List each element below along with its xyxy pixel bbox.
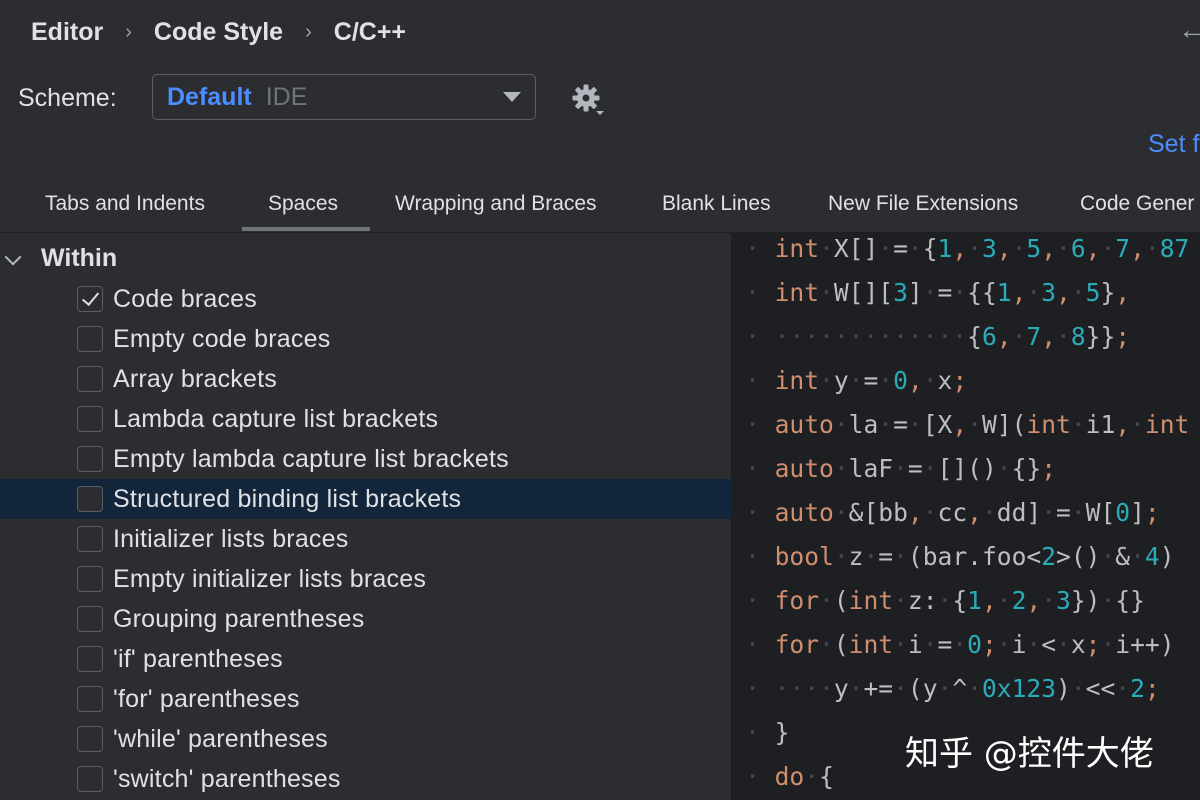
set-from-link[interactable]: Set f [1148,130,1199,159]
option-checkbox[interactable] [77,766,103,792]
tab-spaces[interactable]: Spaces [268,192,338,216]
option-checkbox[interactable] [77,726,103,752]
option-row[interactable]: Initializer lists braces [0,519,731,559]
option-row[interactable]: Empty lambda capture list brackets [0,439,731,479]
option-row[interactable]: Code braces [0,279,731,319]
breadcrumb-editor[interactable]: Editor [31,18,103,47]
scheme-label: Scheme: [18,84,117,112]
option-label: Grouping parentheses [113,605,365,633]
code-line: · int·X[]·=·{1,·3,·5,·6,·7,·87 [745,234,1190,263]
code-line: · auto·laF·=·[]()·{}; [745,454,1057,483]
tab-bar: Tabs and Indents Spaces Wrapping and Bra… [0,186,1200,233]
option-checkbox[interactable] [77,326,103,352]
code-line: · auto·&[bb,·cc,·dd]·=·W[0]; [745,498,1160,527]
option-row[interactable]: Grouping parentheses [0,599,731,639]
option-checkbox[interactable] [77,686,103,712]
code-preview: · int·X[]·=·{1,·3,·5,·6,·7,·87 · int·W[][… [731,232,1200,800]
option-row[interactable]: Array brackets [0,359,731,399]
option-label: 'while' parentheses [113,725,328,753]
scheme-name: Default [167,82,252,111]
option-checkbox[interactable] [77,566,103,592]
tab-code-generation[interactable]: Code Gener [1080,192,1194,216]
option-row[interactable]: Empty initializer lists braces [0,559,731,599]
option-checkbox[interactable] [77,446,103,472]
tab-new-file-extensions[interactable]: New File Extensions [828,192,1018,216]
code-line: · for·(int·z:·{1,·2,·3})·{} [745,586,1145,615]
options-tree: Within Code braces Empty code braces Array… [0,233,731,800]
option-checkbox[interactable] [77,606,103,632]
tab-wrapping-and-braces[interactable]: Wrapping and Braces [395,192,597,216]
option-label: Empty initializer lists braces [113,565,427,593]
breadcrumb-cpp: C/C++ [333,17,407,46]
active-tab-indicator [242,227,370,231]
option-checkbox[interactable] [77,526,103,552]
scheme-dropdown[interactable]: Default IDE [152,74,536,120]
option-label: Array brackets [113,365,277,393]
option-checkbox[interactable] [77,366,103,392]
option-row[interactable]: 'if' parentheses [0,639,731,679]
option-row[interactable]: Empty code braces [0,319,731,359]
option-checkbox[interactable] [77,286,103,312]
dropdown-caret-icon [503,92,521,102]
code-line: · for·(int·i·=·0;·i·<·x;·i++) [745,630,1175,659]
option-label: Lambda capture list brackets [113,405,439,433]
option-label: 'if' parentheses [113,645,283,673]
chevron-right-icon: › [125,20,132,43]
code-line: · } [745,718,790,747]
option-row[interactable]: 'for' parentheses [0,679,731,719]
option-label: 'for' parentheses [113,685,300,713]
watermark: 知乎 @控件大佬 [905,734,1154,774]
scheme-tag: IDE [265,82,308,111]
code-line: · ····y·+=·(y·^·0x123)·<<·2; [745,674,1160,703]
option-checkbox[interactable] [77,646,103,672]
breadcrumb-code-style[interactable]: Code Style [154,18,283,47]
code-line: · ·············{6,·7,·8}}; [745,322,1131,351]
option-label: Empty lambda capture list brackets [113,445,509,473]
option-label: Initializer lists braces [113,525,349,553]
code-line: · do·{ [745,762,834,791]
group-label: Within [41,244,118,272]
tab-blank-lines[interactable]: Blank Lines [662,192,771,216]
option-checkbox[interactable] [77,486,103,512]
option-row[interactable]: Structured binding list brackets [0,479,731,519]
option-label: Code braces [113,285,257,313]
chevron-right-icon: › [305,20,312,43]
option-row[interactable]: 'switch' parentheses [0,759,731,799]
gear-icon[interactable] [570,82,606,118]
tab-tabs-and-indents[interactable]: Tabs and Indents [45,192,205,216]
option-label: 'switch' parentheses [113,765,341,793]
back-arrow-icon[interactable]: ← [1178,14,1200,46]
code-line: · int·y·=·0,·x; [745,366,968,395]
option-label: Structured binding list brackets [113,485,462,513]
option-checkbox[interactable] [77,406,103,432]
breadcrumb: Editor › Code Style › C/C++ [31,14,406,50]
option-row[interactable]: 'while' parentheses [0,719,731,759]
option-label: Empty code braces [113,325,331,353]
option-row[interactable]: Lambda capture list brackets [0,399,731,439]
code-line: · bool·z·=·(bar.foo<2>()·&·4) [745,542,1175,571]
code-line: · int·W[][3]·=·{{1,·3,·5}, [745,278,1131,307]
chevron-down-icon[interactable] [4,248,22,266]
code-line: · auto·la·=·[X,·W](int·i1,·int [745,410,1190,439]
